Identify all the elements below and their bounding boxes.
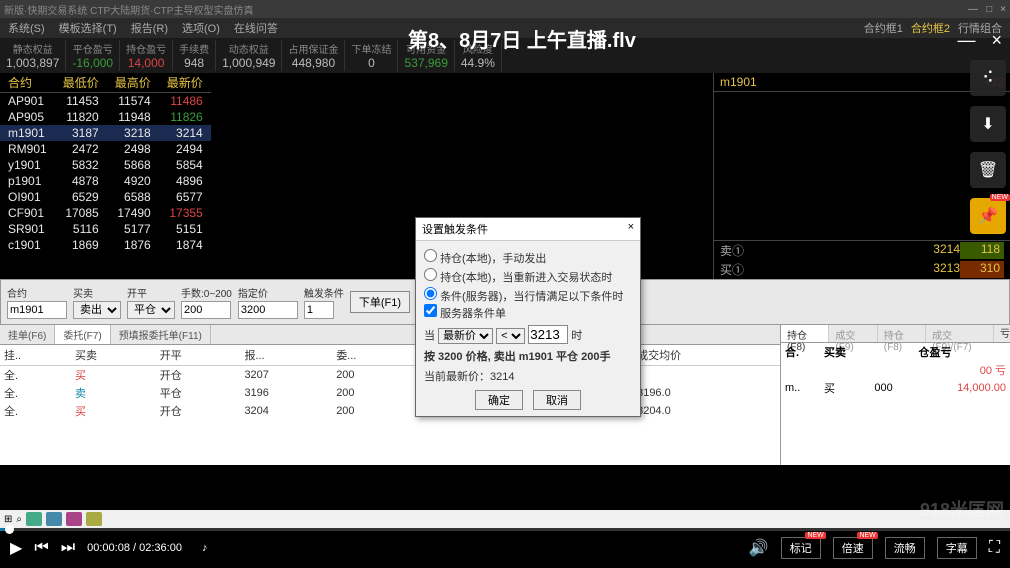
fullscreen-icon[interactable]: ⛶ bbox=[989, 539, 1000, 557]
delete-icon[interactable]: 🗑 bbox=[970, 152, 1006, 188]
top-tab[interactable]: 合约框2 bbox=[911, 20, 950, 36]
prev-icon[interactable]: ⏮ bbox=[34, 539, 48, 557]
menu-item[interactable]: 系统(S) bbox=[8, 20, 45, 36]
bid-volume: 310 bbox=[960, 261, 1004, 278]
pin-icon[interactable]: 📌NEW bbox=[970, 198, 1006, 234]
dialog-desc: 按 3200 价格, 卖出 m1901 平仓 200手 bbox=[424, 348, 632, 364]
tab-orders[interactable]: 委托(F7) bbox=[55, 325, 110, 344]
detail-symbol: m1901 bbox=[720, 75, 757, 89]
trigger-input[interactable] bbox=[304, 301, 334, 319]
bid-ask-panel: 卖① 3214 118 买① 3213 310 bbox=[714, 240, 1010, 279]
quote-row[interactable]: OI901652965886577 bbox=[0, 189, 211, 205]
dialog-title: 设置触发条件 bbox=[422, 221, 488, 237]
buysell-select[interactable]: 卖出 bbox=[73, 301, 121, 319]
maximize-icon[interactable]: □ bbox=[986, 4, 992, 15]
video-player-bar: ▶ ⏮ ⏭ 00:00:08 / 02:36:00 ♪ 🔊 标记NEW 倍速NE… bbox=[0, 528, 1010, 568]
window-titlebar: 新版·快期交易系统 CTP大陆期货·CTP主导权型实盘仿真 — □ × bbox=[0, 0, 1010, 18]
menu-item[interactable]: 在线问答 bbox=[234, 20, 278, 36]
video-time: 00:00:08 / 02:36:00 bbox=[87, 542, 182, 554]
position-panel: 持仓(F8) 成交(F9) 持仓(F8) 成交(F9)/(F7) 亏 合.买卖仓… bbox=[780, 325, 1010, 465]
watermark: 918米匡网 bbox=[920, 496, 1004, 522]
quote-row[interactable]: y1901583258685854 bbox=[0, 157, 211, 173]
tab-position[interactable]: 持仓(F8) bbox=[781, 325, 829, 342]
dialog-opt3[interactable]: 条件(服务器)，当行情满足以下条件时 服务器条件单 bbox=[424, 287, 632, 321]
menu-item[interactable]: 选项(O) bbox=[182, 20, 220, 36]
trigger-field-select[interactable]: 最新价 bbox=[438, 328, 493, 344]
position-row[interactable]: 00 亏 bbox=[781, 361, 1010, 379]
ask-label: 卖① bbox=[720, 242, 760, 259]
bid-price: 3213 bbox=[760, 261, 960, 278]
quote-row[interactable]: SR901511651775151 bbox=[0, 221, 211, 237]
start-icon[interactable]: ⊞ bbox=[4, 514, 12, 525]
quote-row[interactable]: c1901186918761874 bbox=[0, 237, 211, 253]
position-row[interactable]: m..买00014,000.00 bbox=[781, 379, 1010, 397]
order-list-tabs: 挂单(F6) 委托(F7) 预填报委托单(F11) bbox=[0, 325, 780, 345]
close-icon[interactable]: × bbox=[1000, 4, 1006, 15]
quote-row[interactable]: CF901170851749017355 bbox=[0, 205, 211, 221]
minimize-icon[interactable]: — bbox=[968, 4, 978, 15]
next-icon[interactable]: ⏭ bbox=[61, 539, 75, 557]
speed-button[interactable]: 倍速NEW bbox=[833, 537, 873, 559]
video-close-icon[interactable]: × bbox=[991, 30, 1002, 51]
order-row[interactable]: 全.买开仓320720020009:00:45 bbox=[0, 366, 780, 385]
menu-item[interactable]: 模板选择(T) bbox=[59, 20, 117, 36]
video-sidebar: ⠪ ⬇ 🗑 📌NEW bbox=[966, 60, 1010, 234]
quote-row[interactable]: AP901114531157411486 bbox=[0, 93, 211, 110]
windows-taskbar: ⊞ ⌕ bbox=[0, 510, 1010, 528]
dialog-close-icon[interactable]: × bbox=[628, 221, 634, 237]
volume-icon[interactable]: 🔊 bbox=[749, 538, 769, 558]
taskbar-app-icon[interactable] bbox=[66, 512, 82, 526]
taskbar-app-icon[interactable] bbox=[46, 512, 62, 526]
server-order-checkbox[interactable] bbox=[424, 304, 437, 317]
taskbar-app-icon[interactable] bbox=[26, 512, 42, 526]
taskbar-app-icon[interactable] bbox=[86, 512, 102, 526]
video-minimize-icon[interactable]: — bbox=[957, 30, 975, 51]
tab-prefill[interactable]: 预填报委托单(F11) bbox=[111, 325, 211, 344]
share-icon[interactable]: ⠪ bbox=[970, 60, 1006, 96]
order-row[interactable]: 全.卖平仓319620020021:39:553196.0 bbox=[0, 384, 780, 402]
dialog-opt1[interactable]: 持仓(本地)，手动发出 bbox=[424, 249, 632, 266]
tab-pending[interactable]: 挂单(F6) bbox=[0, 325, 55, 344]
qty-input[interactable] bbox=[181, 301, 231, 319]
bid-label: 买① bbox=[720, 261, 760, 278]
quote-row[interactable]: RM901247224982494 bbox=[0, 141, 211, 157]
order-row[interactable]: 全.买开仓320420020021:35:473204.0 bbox=[0, 402, 780, 420]
ask-price: 3214 bbox=[760, 242, 960, 259]
dialog-opt2[interactable]: 持仓(本地)，当重新进入交易状态时 bbox=[424, 268, 632, 285]
subtitle-button[interactable]: 字幕 bbox=[937, 537, 977, 559]
contract-input[interactable] bbox=[7, 301, 67, 319]
menu-item[interactable]: 报告(R) bbox=[131, 20, 168, 36]
trigger-condition-dialog: 设置触发条件 × 持仓(本地)，手动发出 持仓(本地)，当重新进入交易状态时 条… bbox=[415, 217, 641, 417]
order-list-panel: 挂..买卖开平报...委...余..报单时间成交均价全.买开仓320720020… bbox=[0, 345, 780, 465]
tab-fills[interactable]: 成交(F9) bbox=[829, 325, 877, 342]
video-top-controls: — × bbox=[957, 30, 1002, 51]
submit-order-button[interactable]: 下单(F1) bbox=[350, 291, 410, 313]
dialog-ok-button[interactable]: 确定 bbox=[475, 390, 523, 410]
search-icon[interactable]: ⌕ bbox=[16, 514, 22, 525]
quote-row[interactable]: AP905118201194811826 bbox=[0, 109, 211, 125]
quote-table[interactable]: 合约最低价最高价最新价 AP901114531157411486AP905118… bbox=[0, 73, 211, 253]
trigger-op-select[interactable]: < bbox=[496, 328, 525, 344]
trigger-value-input[interactable] bbox=[528, 325, 568, 344]
top-tab[interactable]: 合约框1 bbox=[864, 20, 903, 36]
tab-fills2[interactable]: 成交(F9)/(F7) bbox=[926, 325, 994, 342]
dialog-cancel-button[interactable]: 取消 bbox=[533, 390, 581, 410]
video-progress-bar[interactable] bbox=[0, 528, 1010, 531]
download-icon[interactable]: ⬇ bbox=[970, 106, 1006, 142]
mark-button[interactable]: 标记NEW bbox=[781, 537, 821, 559]
ask-volume: 118 bbox=[960, 242, 1004, 259]
quote-row[interactable]: m1901318732183214 bbox=[0, 125, 211, 141]
openclose-select[interactable]: 平仓 bbox=[127, 301, 175, 319]
quality-button[interactable]: 流畅 bbox=[885, 537, 925, 559]
tab-position2[interactable]: 持仓(F8) bbox=[878, 325, 926, 342]
play-icon[interactable]: ▶ bbox=[10, 538, 22, 558]
window-title: 新版·快期交易系统 CTP大陆期货·CTP主导权型实盘仿真 bbox=[4, 2, 253, 17]
price-input[interactable] bbox=[238, 301, 298, 319]
quote-row[interactable]: p1901487849204896 bbox=[0, 173, 211, 189]
video-title-overlay: 第8、8月7日 上午直播.flv bbox=[408, 24, 636, 53]
